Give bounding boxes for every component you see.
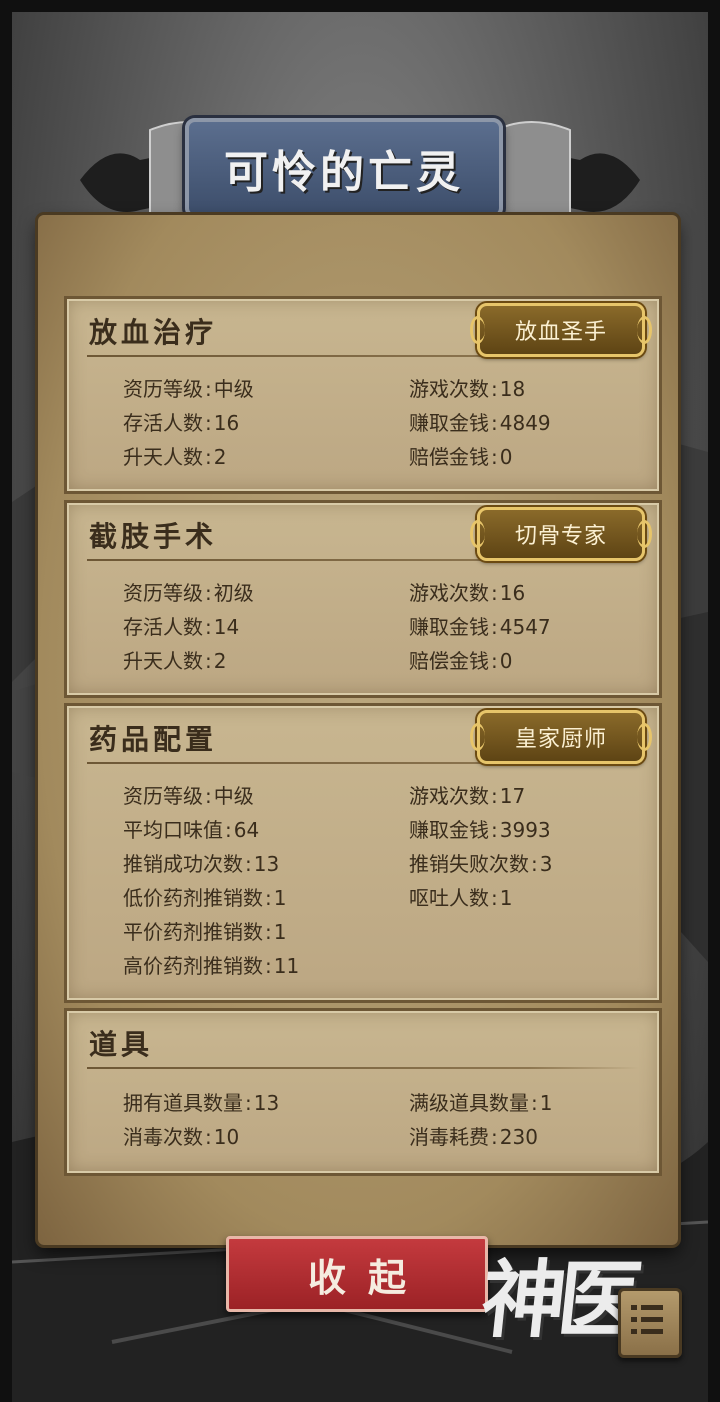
stat-item: 游戏次数:18 [409,377,526,401]
list-menu-icon [631,1305,663,1334]
stat-item: 消毒耗费:230 [409,1125,538,1149]
stat-item: 资历等级: 中级 [123,377,254,401]
stat-item: 低价药剂推销数:1 [123,886,287,910]
section-title: 截肢手术 [89,520,218,553]
stat-item: 游戏次数:16 [409,581,526,605]
stat-item: 资历等级: 初级 [123,581,254,605]
stat-item: 游戏次数:17 [409,784,526,808]
stat-item: 高价药剂推销数:11 [123,954,300,978]
section-bloodletting: 放血治疗 放血圣手 资历等级: 中级 存活人数:16 升天人数:2 游戏次数:18… [64,296,662,494]
stat-item: 推销失败次数:3 [409,852,553,876]
stat-item: 赚取金钱:3993 [409,818,551,842]
stat-item: 平均口味值:64 [123,818,260,842]
stat-item: 满级道具数量:1 [409,1091,553,1115]
section-divider [87,1067,639,1069]
title-badge: 切骨专家 [470,507,652,561]
title-badge: 放血圣手 [470,303,652,357]
stat-item: 资历等级: 中级 [123,784,254,808]
title-badge: 皇家厨师 [470,710,652,764]
stat-item: 存活人数:16 [123,411,240,435]
menu-button[interactable] [618,1288,682,1358]
stat-item: 推销成功次数:13 [123,852,280,876]
section-items: 道具 拥有道具数量:13 消毒次数:10 满级道具数量:1 消毒耗费:230 [64,1008,662,1176]
stat-item: 赔偿金钱:0 [409,649,513,673]
stat-item: 平价药剂推销数:1 [123,920,287,944]
stat-item: 赚取金钱:4547 [409,615,551,639]
stat-item: 消毒次数:10 [123,1125,240,1149]
section-title: 道具 [89,1028,154,1061]
page-title: 可怜的亡灵 [224,147,464,198]
stat-item: 存活人数:14 [123,615,240,639]
stat-item: 呕吐人数:1 [409,886,513,910]
section-title: 药品配置 [89,723,218,756]
section-medicine: 药品配置 皇家厨师 资历等级: 中级 平均口味值:64 推销成功次数:13 低价药… [64,703,662,1003]
stat-item: 升天人数:2 [123,649,227,673]
stat-item: 拥有道具数量:13 [123,1091,280,1115]
collapse-button[interactable]: 收起 [226,1236,488,1312]
section-title: 放血治疗 [89,316,218,349]
stat-item: 升天人数:2 [123,445,227,469]
stat-item: 赔偿金钱:0 [409,445,513,469]
stat-item: 赚取金钱:4849 [409,411,551,435]
section-amputation: 截肢手术 切骨专家 资历等级: 初级 存活人数:14 升天人数:2 游戏次数:16… [64,500,662,698]
